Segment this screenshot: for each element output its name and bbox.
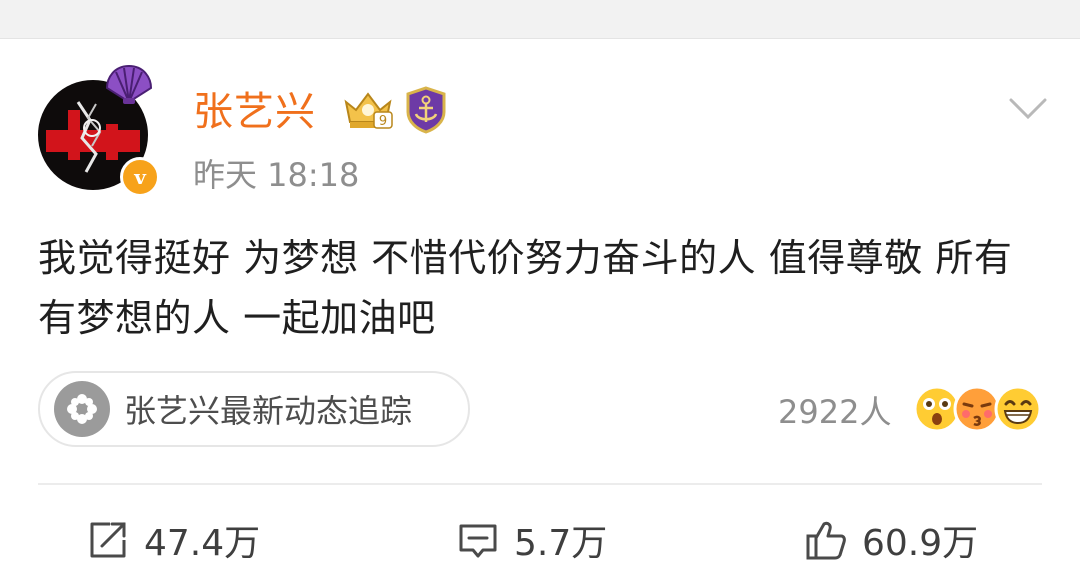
post-text: 我觉得挺好 为梦想 不惜代价努力奋斗的人 值得尊敬 所有有梦想的人 一起加油吧 <box>38 236 1013 340</box>
thumbs-up-icon <box>806 521 846 560</box>
post-time: 昨天 18:18 <box>193 156 360 194</box>
avatar[interactable]: v <box>38 64 160 200</box>
comment-icon <box>459 524 497 558</box>
top-gap-strip <box>0 0 1080 39</box>
reaction-count[interactable]: 2922人 <box>778 392 891 432</box>
topic-chip[interactable]: 张艺兴最新动态追踪 <box>38 371 470 447</box>
repost-button[interactable]: 47.4万 <box>86 510 260 570</box>
verified-badge: v <box>120 157 160 197</box>
divider <box>38 483 1042 485</box>
anchor-badge-icon <box>406 86 446 134</box>
comment-button[interactable]: 5.7万 <box>456 510 607 570</box>
comment-count: 5.7万 <box>514 523 608 564</box>
verified-mark: v <box>134 165 146 189</box>
topic-label: 张艺兴最新动态追踪 <box>124 392 413 430</box>
like-button[interactable]: 60.9万 <box>804 510 978 570</box>
like-count: 60.9万 <box>862 523 979 564</box>
flower-icon <box>54 381 110 437</box>
repost-count: 47.4万 <box>144 523 261 564</box>
username[interactable]: 张艺兴 <box>193 88 316 136</box>
crown-level-badge-icon: 9 <box>344 92 393 129</box>
shell-badge-icon <box>105 64 153 104</box>
crown-level: 9 <box>379 114 387 129</box>
grinning-face-icon <box>994 385 1042 433</box>
chevron-down-icon[interactable] <box>1008 96 1048 122</box>
repost-icon <box>90 522 126 558</box>
